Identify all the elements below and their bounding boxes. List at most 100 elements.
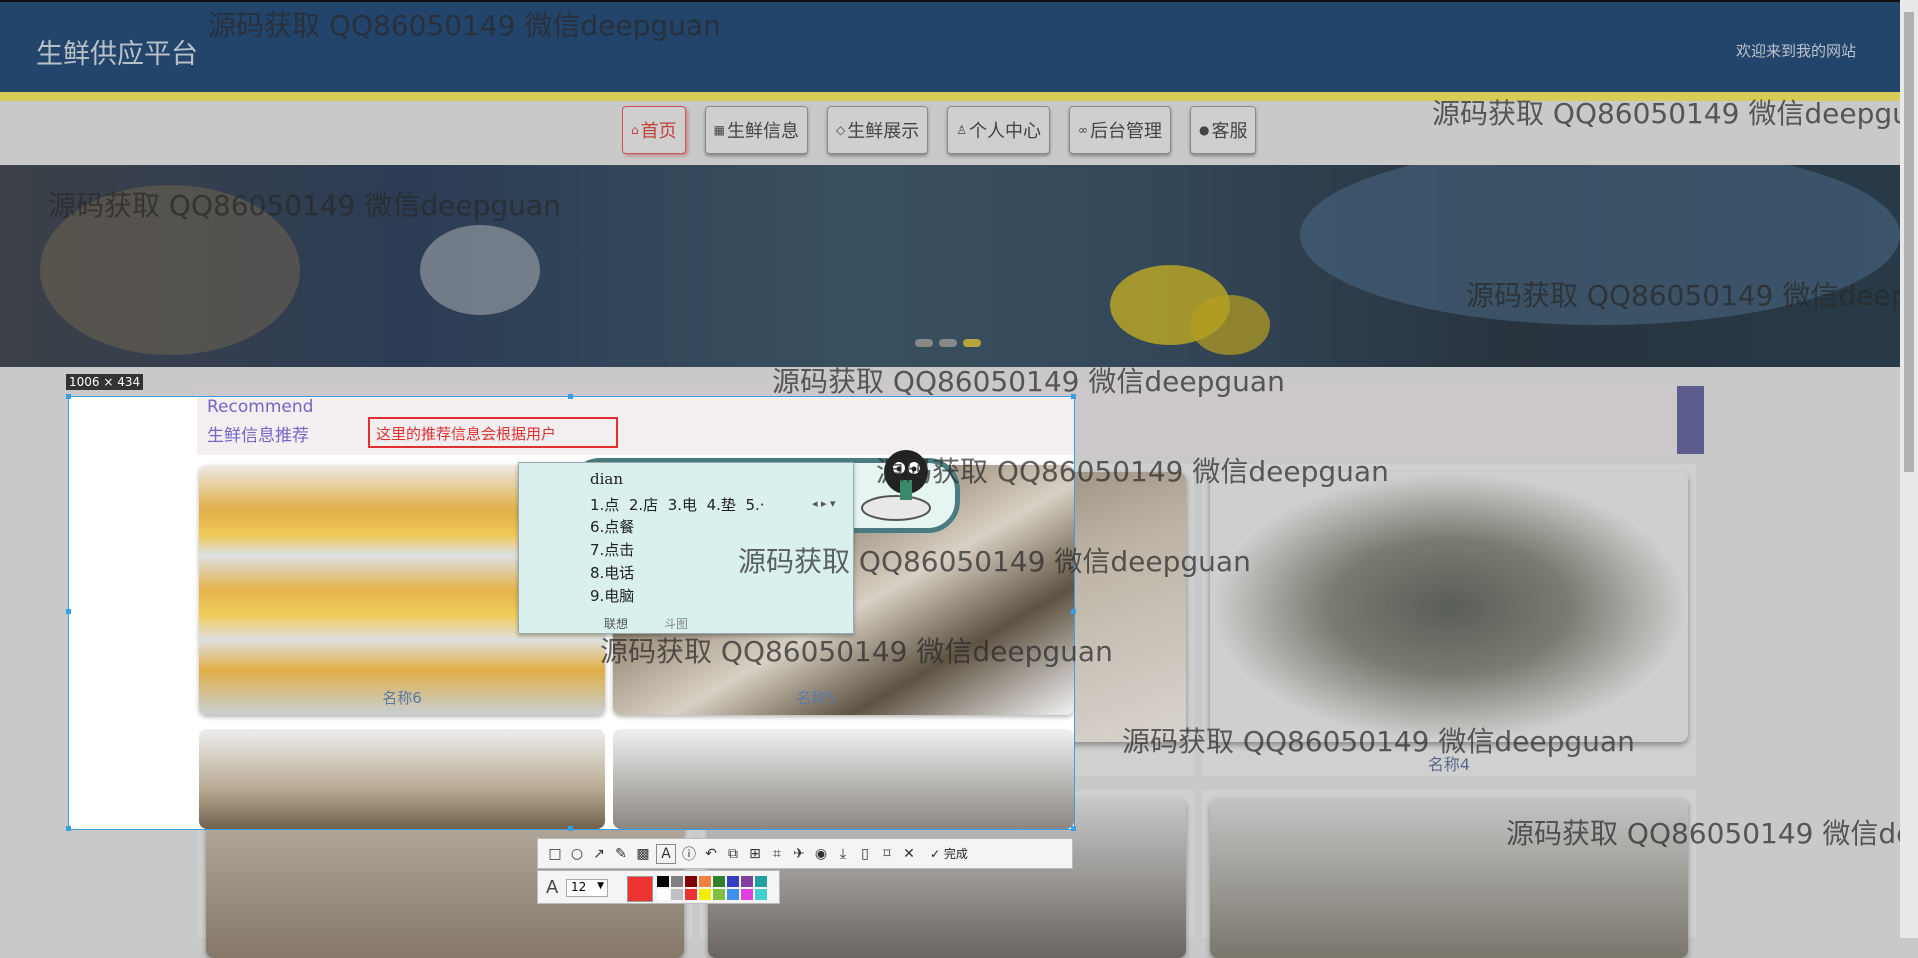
color-swatch[interactable]	[671, 876, 683, 887]
watermark-text: 源码获取 QQ86050149 微信deepguan	[738, 545, 1251, 578]
selection-handle[interactable]	[66, 609, 71, 614]
translate-icon[interactable]: ⊞	[746, 845, 764, 863]
watermark-text: 源码获取 QQ86050149 微信deepguan	[48, 189, 561, 222]
selection-handle[interactable]	[1071, 826, 1076, 831]
color-swatch[interactable]	[713, 889, 725, 900]
carousel-dot[interactable]	[939, 339, 957, 347]
ime-candidate[interactable]: 1.点	[590, 496, 619, 514]
ime-candidate[interactable]: 6.点餐	[590, 516, 634, 539]
product-name[interactable]: 名称5	[613, 687, 1019, 707]
ime-pinyin: dian	[590, 470, 624, 488]
scan-icon[interactable]: ⌗	[768, 845, 786, 863]
selection-handle[interactable]	[1071, 609, 1076, 614]
home-icon: ⌂	[631, 123, 639, 137]
product-name[interactable]: 名称6	[199, 687, 605, 707]
color-swatch[interactable]	[699, 889, 711, 900]
color-swatch[interactable]	[713, 876, 725, 887]
color-swatch[interactable]	[657, 889, 669, 900]
selection-handle[interactable]	[66, 826, 71, 831]
scrollbar-thumb[interactable]	[1904, 12, 1914, 472]
record-icon[interactable]: ◉	[812, 845, 830, 863]
nav-fresh-info[interactable]: ▦ 生鲜信息	[704, 106, 808, 154]
pen-icon[interactable]: ✎	[612, 845, 630, 863]
nav-label: 生鲜信息	[726, 121, 799, 142]
nav-customer-service[interactable]: ● 客服	[1189, 106, 1257, 154]
ime-candidate[interactable]: 4.垫	[707, 496, 736, 514]
bookmark-icon[interactable]: ⌑	[878, 845, 896, 863]
main-nav: ⌂ 首页 ▦ 生鲜信息 ◇ 生鲜展示 ♙ 个人中心 ∞ 后台管理 ● 客服	[622, 106, 1257, 154]
ime-candidate[interactable]: 2.店	[629, 496, 658, 514]
watermark-text: 源码获取 QQ86050149 微信deepguan	[1122, 725, 1635, 758]
site-title[interactable]: 生鲜供应平台	[36, 32, 198, 71]
rectangle-icon[interactable]: □	[546, 845, 564, 863]
user-icon: ♙	[956, 123, 967, 137]
carousel-dot[interactable]	[915, 339, 933, 347]
color-swatch[interactable]	[727, 889, 739, 900]
color-swatch[interactable]	[671, 889, 683, 900]
selection-handle[interactable]	[568, 394, 573, 399]
current-color-swatch[interactable]	[627, 876, 653, 902]
mosaic-icon[interactable]: ▩	[634, 845, 652, 863]
watermark-text: 源码获取 QQ86050149 微信deepguan	[1432, 97, 1918, 130]
fish-shape	[420, 225, 540, 315]
undo-icon[interactable]: ↶	[702, 845, 720, 863]
ime-candidate[interactable]: 5.·	[745, 496, 764, 514]
color-swatch[interactable]	[755, 876, 767, 887]
watermark-text: 源码获取 QQ86050149 微信deepguan	[600, 635, 1113, 668]
color-swatch[interactable]	[727, 876, 739, 887]
text-style-toolbar: A 12 ▼	[537, 870, 780, 904]
nav-label: 后台管理	[1089, 121, 1162, 142]
font-icon: A	[546, 877, 559, 898]
ime-candidate-row[interactable]: 1.点 2.店 3.电 4.垫 5.·	[590, 494, 765, 515]
nav-home[interactable]: ⌂ 首页	[622, 106, 686, 154]
chat-icon: ●	[1198, 123, 1210, 137]
close-icon[interactable]: ✕	[900, 845, 918, 863]
product-image	[613, 729, 1074, 829]
carousel-indicators	[915, 339, 981, 347]
watermark-text: 源码获取 QQ86050149 微信deepguan	[1506, 817, 1918, 850]
chevron-down-icon: ▼	[597, 881, 604, 891]
page-scrollbar[interactable]	[1900, 0, 1918, 938]
nav-label: 生鲜展示	[847, 121, 920, 142]
recommend-title-zh: 生鲜信息推荐	[207, 426, 309, 446]
arrow-icon[interactable]: ↗	[590, 845, 608, 863]
font-size-select[interactable]: 12 ▼	[566, 879, 608, 897]
download-icon[interactable]: ⤓	[834, 845, 852, 863]
nav-label: 首页	[640, 121, 677, 142]
ime-page-arrows-icon[interactable]: ◂ ▸ ▾	[812, 497, 836, 510]
ellipse-icon[interactable]: ○	[568, 845, 586, 863]
color-swatch[interactable]	[685, 876, 697, 887]
ime-candidate[interactable]: 7.点击	[590, 539, 634, 562]
selection-size-label: 1006 × 434	[66, 374, 144, 390]
color-swatch[interactable]	[741, 876, 753, 887]
color-swatch[interactable]	[741, 889, 753, 900]
ocr-icon[interactable]: ⧉	[724, 845, 742, 863]
recommend-title-en: Recommend	[207, 397, 314, 417]
pin-icon[interactable]: ✈	[790, 845, 808, 863]
ime-more-candidates[interactable]: 6.点餐 7.点击 8.电话 9.电脑	[590, 516, 634, 608]
ime-candidate[interactable]: 3.电	[668, 496, 697, 514]
color-swatch[interactable]	[657, 876, 669, 887]
done-button[interactable]: ✓ 完成	[930, 845, 968, 862]
nav-label: 客服	[1211, 121, 1248, 142]
text-icon[interactable]: A	[656, 843, 676, 864]
font-size-value: 12	[571, 880, 587, 894]
selection-handle[interactable]	[568, 826, 573, 831]
nav-personal-center[interactable]: ♙ 个人中心	[947, 106, 1050, 154]
ime-candidate[interactable]: 8.电话	[590, 562, 634, 585]
annotation-text-input[interactable]: 这里的推荐信息会根据用户	[368, 417, 618, 448]
phone-icon[interactable]: ▯	[856, 845, 874, 863]
nav-label: 个人中心	[968, 121, 1041, 142]
tag-icon: ◇	[835, 123, 846, 137]
color-swatch[interactable]	[685, 889, 697, 900]
color-swatch[interactable]	[755, 889, 767, 900]
capture-toolbar: □ ○ ↗ ✎ ▩ A ⓘ ↶ ⧉ ⊞ ⌗ ✈ ◉ ⤓ ▯ ⌑ ✕ ✓ 完成	[537, 838, 1073, 869]
selection-handle[interactable]	[66, 394, 71, 399]
number-icon[interactable]: ⓘ	[680, 845, 698, 863]
ime-candidate[interactable]: 9.电脑	[590, 585, 634, 608]
link-icon: ∞	[1077, 123, 1088, 137]
nav-fresh-display[interactable]: ◇ 生鲜展示	[826, 106, 929, 154]
color-swatch[interactable]	[699, 876, 711, 887]
nav-admin[interactable]: ∞ 后台管理	[1068, 106, 1171, 154]
carousel-dot-active[interactable]	[963, 339, 981, 347]
